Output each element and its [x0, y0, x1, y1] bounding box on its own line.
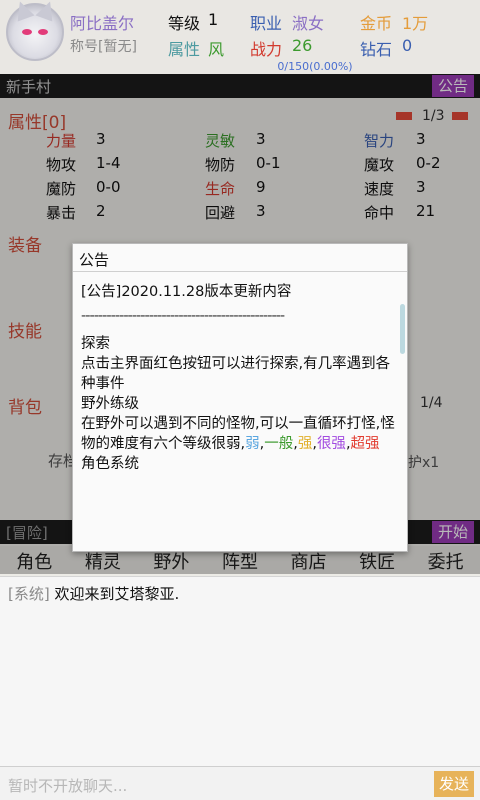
notice-version-line: [公告]2020.11.28版本更新内容	[81, 284, 292, 300]
notice-dialog-body[interactable]: [公告]2020.11.28版本更新内容 -------------------…	[81, 282, 395, 545]
player-header: 阿比盖尔 称号[暂无] 等级 1 职业 淑女 金币 1万 属性 风 战力 26 …	[0, 0, 480, 74]
chat-input[interactable]: 暂时不开放聊天...	[8, 775, 127, 796]
notice-scrollbar[interactable]	[400, 304, 405, 354]
avatar-ear-right-icon	[35, 0, 59, 22]
job-label: 职业	[250, 14, 283, 33]
notice-dialog: 公告 [公告]2020.11.28版本更新内容 ----------------…	[72, 243, 408, 552]
difficulty-level-6: 很强	[316, 436, 346, 452]
diamond-value: 0	[402, 36, 413, 55]
notice-dialog-title: 公告	[73, 244, 407, 272]
notice-explore-text: 点击主界面红色按钮可以进行探索,有几率遇到各种事件	[81, 356, 391, 392]
diamond-label: 钻石	[360, 40, 393, 59]
player-name: 阿比盖尔	[70, 14, 135, 33]
avatar-eye-left-icon	[22, 29, 32, 35]
difficulty-level-8: 超强	[350, 436, 380, 452]
notice-role-title: 角色系统	[81, 456, 139, 472]
exp-bar: 0/150(0.00%)	[277, 60, 353, 73]
chat-send-button[interactable]: 发送	[434, 771, 474, 797]
log-message: 欢迎来到艾塔黎亚.	[54, 585, 180, 603]
level-label: 等级	[168, 14, 201, 33]
message-log: [系统] 欢迎来到艾塔黎亚.	[0, 576, 480, 766]
log-entry: [系统] 欢迎来到艾塔黎亚.	[8, 583, 179, 604]
player-avatar[interactable]	[6, 0, 64, 61]
difficulty-level-2: 一般	[264, 436, 294, 452]
notice-field-title: 野外练级	[81, 396, 139, 412]
gold-label: 金币	[360, 14, 393, 33]
avatar-eye-right-icon	[38, 29, 48, 35]
gold-value: 1万	[402, 14, 429, 33]
chat-bar: 暂时不开放聊天... 发送	[0, 766, 480, 800]
notice-separator: ----------------------------------------…	[81, 308, 285, 324]
attr-label: 属性	[168, 40, 201, 59]
difficulty-level-0: 弱	[245, 436, 260, 452]
difficulty-level-4: 强	[297, 436, 313, 452]
avatar-ear-left-icon	[11, 0, 35, 22]
level-value: 1	[208, 10, 219, 29]
player-title: 称号[暂无]	[70, 39, 137, 55]
power-value: 26	[292, 36, 313, 55]
difficulty-level-list: 弱,一般,强,很强,超强	[245, 436, 379, 452]
attr-value: 风	[208, 40, 225, 59]
notice-field-text: 在野外可以遇到不同的怪物,可以一直循环打怪,怪物的难度有六个等级很弱,弱,一般,…	[81, 414, 395, 454]
job-value: 淑女	[292, 14, 325, 33]
notice-explore-title: 探索	[81, 336, 110, 352]
power-label: 战力	[250, 40, 283, 59]
log-tag: [系统]	[8, 585, 50, 603]
